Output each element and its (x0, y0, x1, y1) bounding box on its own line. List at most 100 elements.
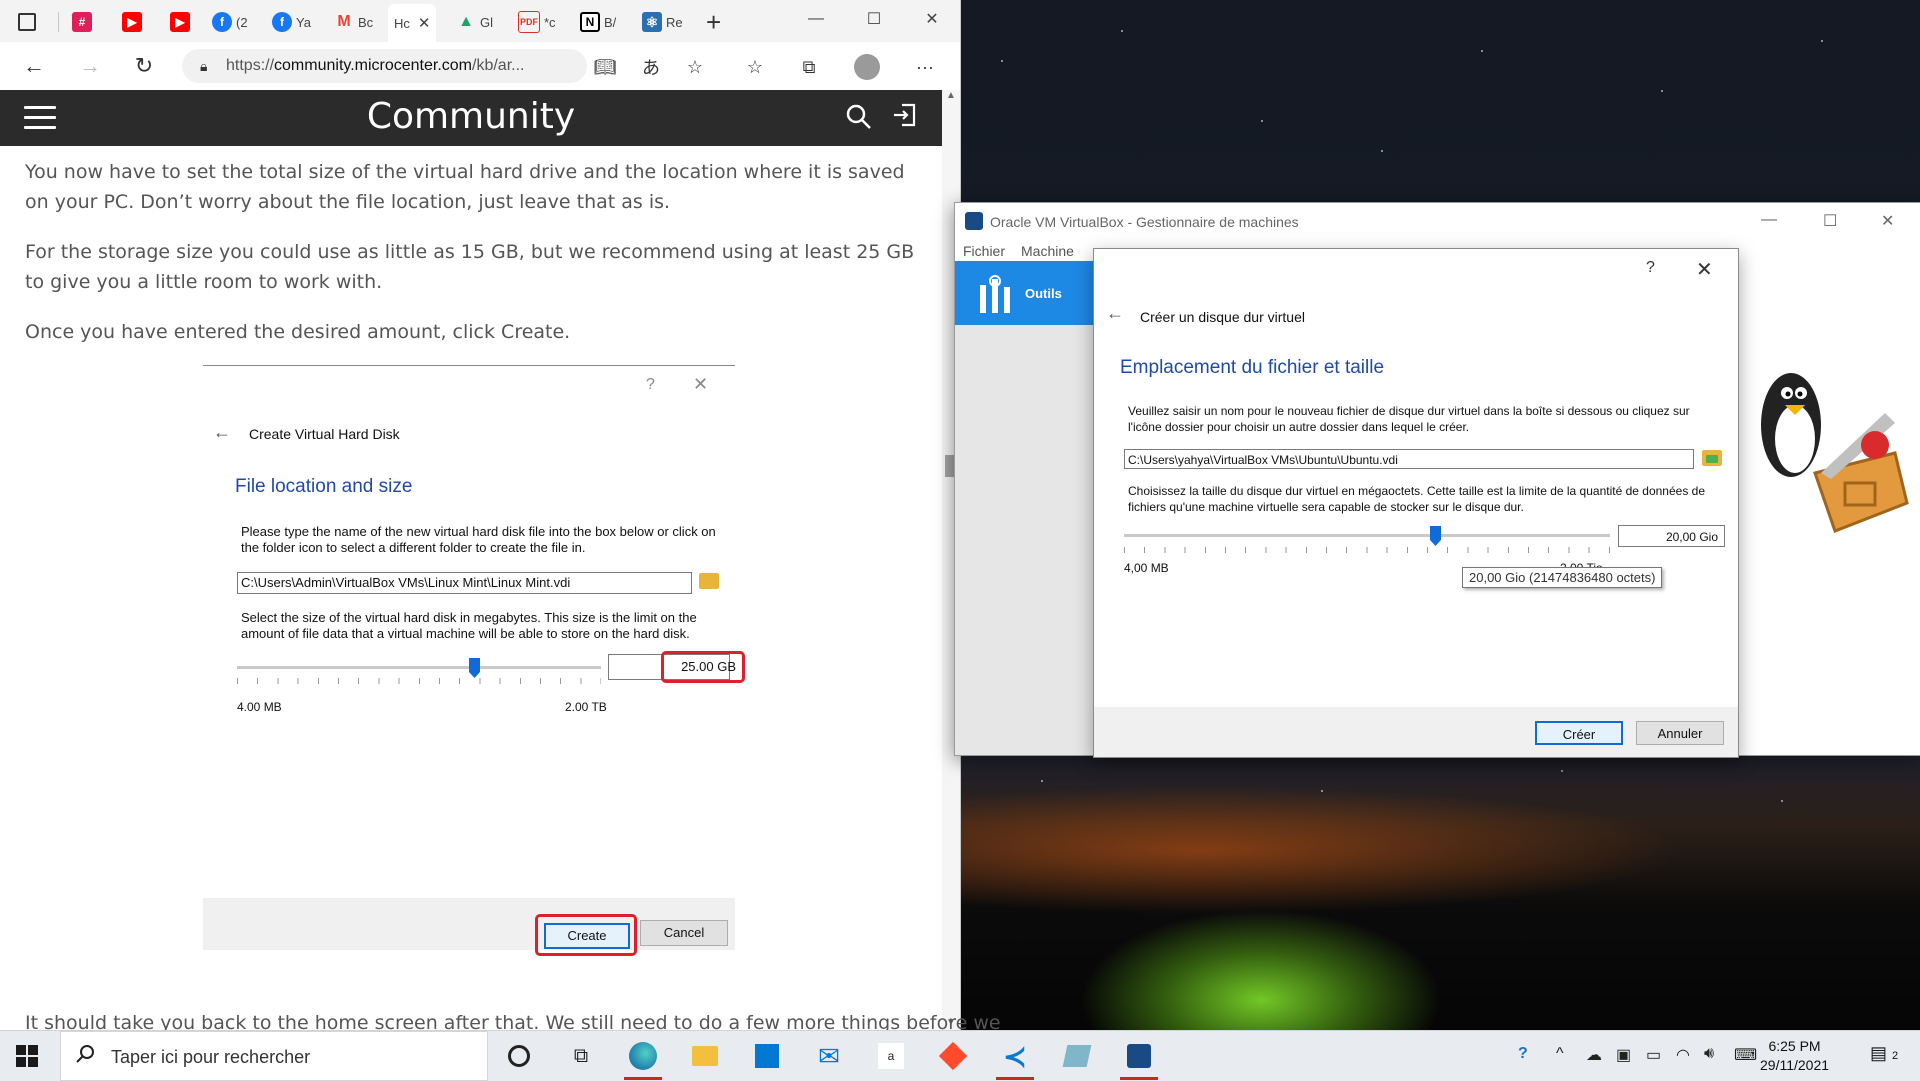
refresh-button[interactable]: ↻ (128, 50, 160, 82)
pdf-icon: PDF (518, 11, 540, 33)
minimize-button[interactable]: — (794, 4, 838, 34)
tab-slack[interactable]: # (72, 6, 92, 38)
tab-close-icon[interactable]: ✕ (418, 14, 431, 32)
folder-icon[interactable] (1702, 450, 1722, 466)
tab-label: Bc (358, 14, 374, 30)
wifi-icon[interactable]: ◠ (1676, 1045, 1690, 1065)
facebook-icon: f (272, 12, 292, 32)
start-button[interactable] (16, 1045, 38, 1067)
tab-gmail[interactable]: M Bc (334, 6, 373, 38)
chevron-up-icon[interactable]: ^ (1556, 1045, 1564, 1063)
new-tab-button[interactable]: + (706, 6, 721, 38)
edge-app[interactable] (616, 1035, 670, 1080)
create-disk-dialog: ? ✕ ← Créer un disque dur virtuel Emplac… (1093, 248, 1739, 758)
article-screenshot: ? ✕ ← Create Virtual Hard Disk File loca… (203, 365, 745, 956)
taskbar-search[interactable]: Taper ici pour rechercher (60, 1031, 488, 1081)
tab-youtube-2[interactable]: ▶ (170, 6, 190, 38)
minimize-button[interactable]: — (1761, 211, 1777, 229)
mail-icon: ✉ (818, 1040, 840, 1071)
tab-notion[interactable]: N B/ (580, 6, 616, 38)
file-path-input[interactable]: C:\Users\yahya\VirtualBox VMs\Ubuntu\Ubu… (1124, 449, 1694, 469)
add-favorite-button[interactable]: ☆ (680, 52, 710, 82)
back-button[interactable]: ← (1106, 303, 1124, 324)
immersive-reader-button[interactable]: 📖︎ (590, 52, 620, 82)
notification-center-button[interactable]: ▤ 2 (1870, 1043, 1898, 1064)
tab-youtube-1[interactable]: ▶ (122, 6, 142, 38)
tools-item[interactable]: Outils (955, 261, 1095, 325)
help-button[interactable]: ? (1646, 259, 1655, 277)
search-icon (75, 1044, 95, 1070)
help-icon[interactable]: ? (1518, 1045, 1528, 1063)
sign-in-icon[interactable] (892, 102, 920, 130)
cortana-button[interactable] (492, 1035, 546, 1077)
gmail-icon: M (337, 13, 351, 30)
article-paragraph: It should take you back to the home scre… (25, 1012, 1001, 1030)
tools-label: Outils (1025, 286, 1062, 301)
menu-machine[interactable]: Machine (1021, 243, 1074, 259)
size-slider-track[interactable] (1124, 534, 1610, 537)
minimize-icon: — (808, 10, 824, 27)
plus-icon: + (706, 6, 722, 37)
menu-fichier[interactable]: Fichier (963, 243, 1005, 259)
office-app[interactable] (926, 1035, 980, 1077)
url-field[interactable]: 🔒︎ https://community.microcenter.com/kb/… (182, 49, 587, 83)
notion-icon: N (580, 12, 600, 32)
mail-app[interactable]: ✉ (802, 1035, 856, 1077)
slider-ticks (237, 678, 601, 684)
profile-button[interactable] (852, 52, 882, 82)
tab-facebook-1[interactable]: f (2 (212, 6, 248, 38)
size-slider-thumb[interactable] (1430, 526, 1441, 546)
favorites-button[interactable]: ☆ (740, 52, 770, 82)
slider-min-label: 4.00 MB (237, 700, 282, 714)
file-explorer-app[interactable] (678, 1035, 732, 1077)
lock-icon: 🔒︎ (200, 58, 208, 74)
more-button[interactable]: ··· (910, 52, 940, 82)
clock[interactable]: 6:25 PM 29/11/2021 (1760, 1037, 1829, 1075)
onedrive-icon[interactable]: ☁ (1586, 1045, 1602, 1065)
maximize-button[interactable]: ☐ (852, 4, 896, 34)
star (1261, 120, 1263, 122)
maximize-button[interactable]: ☐ (1823, 211, 1837, 231)
tab-facebook-2[interactable]: f Ya (272, 6, 311, 38)
battery-icon[interactable]: ▭ (1646, 1045, 1661, 1065)
vscode-app[interactable]: ≺ (988, 1035, 1042, 1080)
tab-pdf[interactable]: PDF *c (518, 6, 556, 38)
forward-button[interactable]: → (74, 50, 106, 82)
star (1381, 150, 1383, 152)
close-button[interactable]: ✕ (1881, 211, 1894, 231)
close-button[interactable]: ✕ (910, 4, 954, 34)
create-button[interactable]: Créer (1535, 721, 1623, 745)
translate-button[interactable]: あ (636, 52, 666, 82)
site-header: Community (0, 90, 942, 146)
close-button[interactable]: ✕ (1696, 257, 1713, 282)
amazon-app[interactable]: a (864, 1035, 918, 1077)
store-app[interactable] (740, 1035, 794, 1077)
article-paragraph: You now have to set the total size of th… (25, 161, 905, 213)
task-view-button[interactable]: ⧉ (554, 1035, 608, 1077)
star (1821, 40, 1823, 42)
scroll-up-arrow[interactable]: ▲ (942, 90, 960, 101)
cancel-button[interactable]: Annuler (1636, 721, 1724, 745)
tab-google-drive[interactable]: ▲ Gl (456, 6, 493, 38)
back-button[interactable]: ← (18, 50, 50, 82)
search-icon[interactable] (846, 104, 872, 137)
dialog-title: Create Virtual Hard Disk (249, 426, 400, 442)
security-icon[interactable]: ▣ (1616, 1045, 1631, 1065)
notes-app[interactable] (1050, 1035, 1104, 1077)
task-view-icon: ⧉ (573, 1044, 589, 1067)
tab-actions-button[interactable] (18, 6, 36, 38)
tab-active[interactable]: Hc ✕ (388, 4, 437, 42)
tab-react[interactable]: ⚛ Re (642, 6, 683, 38)
site-title[interactable]: Community (0, 96, 942, 137)
favorites-icon: ☆ (746, 56, 764, 77)
size-input[interactable]: 20,00 Gio (1618, 525, 1725, 547)
virtualbox-app[interactable] (1112, 1035, 1166, 1080)
collections-button[interactable]: ⧉ (794, 52, 824, 82)
volume-icon[interactable]: 🔊︎ (1704, 1045, 1714, 1063)
title-bar: Oracle VM VirtualBox - Gestionnaire de m… (955, 203, 1920, 239)
size-description: Select the size of the virtual hard disk… (241, 610, 697, 641)
file-path-field: C:\Users\Admin\VirtualBox VMs\Linux Mint… (237, 572, 692, 594)
folder-icon (699, 573, 719, 589)
keyboard-layout-icon[interactable]: ⌨ (1734, 1045, 1757, 1065)
tab-actions-icon (18, 13, 36, 31)
